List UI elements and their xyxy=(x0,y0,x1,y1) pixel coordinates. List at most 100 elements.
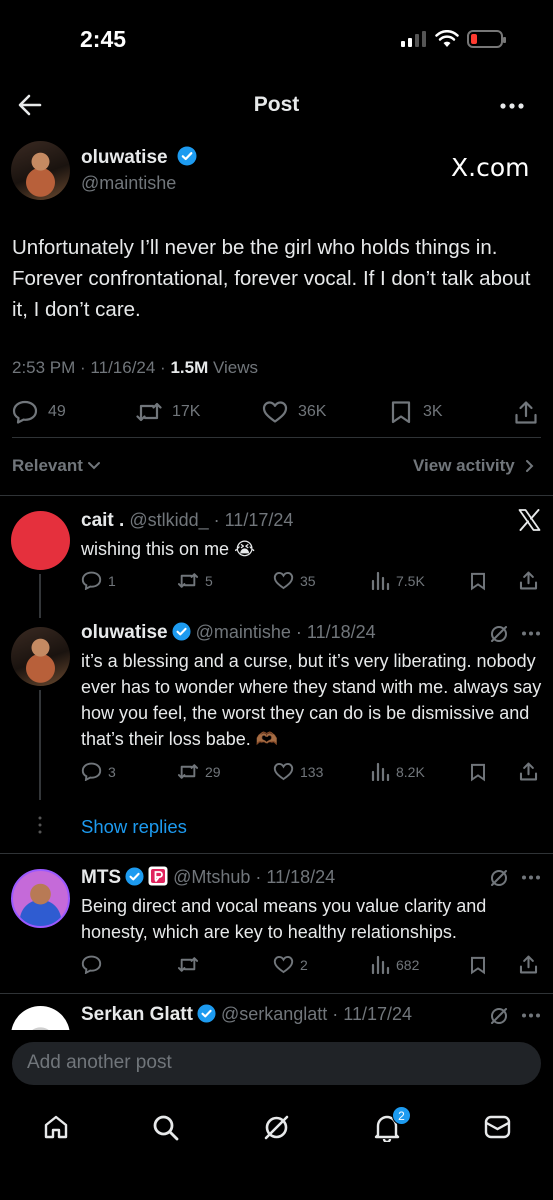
like-count: 133 xyxy=(300,763,324,780)
share-icon[interactable] xyxy=(519,570,538,591)
grok-icon[interactable] xyxy=(489,624,509,644)
add-post-placeholder: Add another post xyxy=(27,1052,172,1073)
share-icon[interactable] xyxy=(514,400,538,425)
partial-reply-clip: Serkan Glatt @serkanglatt · 11/17/24 xyxy=(0,994,553,1030)
repost-icon xyxy=(177,957,199,972)
share-icon[interactable] xyxy=(519,954,538,975)
views-icon xyxy=(371,762,390,781)
reply-text: wishing this on me 😭 xyxy=(81,539,256,559)
views-count: 7.5K xyxy=(396,572,425,589)
reply-author-name[interactable]: cait . xyxy=(81,510,124,531)
more-icon[interactable] xyxy=(522,875,540,880)
home-icon[interactable] xyxy=(43,1114,69,1140)
like-icon xyxy=(262,401,288,423)
dotted-thread-icon xyxy=(38,816,42,834)
share-icon[interactable] xyxy=(519,761,538,782)
reply-handle-date[interactable]: @maintishe · 11/18/24 xyxy=(196,622,376,642)
view-activity-label: View activity xyxy=(413,456,515,475)
divider xyxy=(0,853,553,854)
like-button[interactable]: 35 xyxy=(273,571,316,590)
repost-count: 5 xyxy=(205,572,213,589)
avatar[interactable] xyxy=(11,141,70,200)
reply-author-row[interactable]: MTS @Mtshub · 11/18/24 xyxy=(81,866,335,889)
sort-label: Relevant xyxy=(12,456,83,475)
reply-handle-date[interactable]: @serkanglatt · 11/17/24 xyxy=(221,1004,412,1024)
notifications-badge: 2 xyxy=(392,1106,411,1125)
bookmark-icon[interactable] xyxy=(469,955,487,975)
like-button[interactable]: 133 xyxy=(273,762,323,781)
reply-author-name[interactable]: Serkan Glatt xyxy=(81,1004,193,1025)
reply-author-row[interactable]: Serkan Glatt @serkanglatt · 11/17/24 xyxy=(81,1004,412,1026)
views-button[interactable]: 8.2K xyxy=(371,762,425,781)
post-views-count: 1.5M xyxy=(170,358,209,377)
reply-handle-date[interactable]: @Mtshub · 11/18/24 xyxy=(173,867,335,887)
reply-button[interactable] xyxy=(81,955,108,974)
verified-icon xyxy=(177,146,197,166)
page-title: Post xyxy=(253,93,300,116)
view-activity-link[interactable]: View activity xyxy=(413,456,534,476)
grok-icon[interactable] xyxy=(263,1114,290,1141)
reply-count: 49 xyxy=(48,403,66,420)
more-icon[interactable] xyxy=(522,631,540,636)
repost-button[interactable] xyxy=(177,955,205,974)
avatar[interactable] xyxy=(11,627,70,686)
views-icon xyxy=(371,571,390,590)
show-replies-link[interactable]: Show replies xyxy=(81,816,187,838)
reply-button[interactable]: 1 xyxy=(81,571,116,590)
reply-author-row[interactable]: oluwatise @maintishe · 11/18/24 xyxy=(81,622,376,644)
repost-button[interactable]: 29 xyxy=(177,762,221,781)
chevron-down-icon xyxy=(87,462,100,470)
more-icon[interactable] xyxy=(522,1013,540,1018)
search-icon[interactable] xyxy=(152,1114,179,1141)
reply-text: Being direct and vocal means you value c… xyxy=(81,896,487,942)
views-button[interactable]: 7.5K xyxy=(371,571,425,590)
author-name-row[interactable]: oluwatise xyxy=(81,146,197,169)
reply-author-row[interactable]: cait . @stlkidd_ · 11/17/24 xyxy=(81,510,293,532)
bottom-tab-bar: 2 xyxy=(0,1095,553,1200)
views-button[interactable]: 682 xyxy=(371,955,419,974)
grok-icon[interactable] xyxy=(489,868,509,888)
like-count: 35 xyxy=(300,572,316,589)
affiliate-badge-icon xyxy=(148,866,168,886)
verified-icon xyxy=(197,1004,216,1023)
bookmark-count: 3K xyxy=(423,403,443,420)
avatar[interactable] xyxy=(11,869,70,928)
author-name[interactable]: oluwatise xyxy=(81,147,168,168)
like-icon xyxy=(273,956,294,974)
reply-author-name[interactable]: MTS xyxy=(81,867,121,888)
reply-icon xyxy=(81,571,102,590)
reply-author-name[interactable]: oluwatise xyxy=(81,622,168,643)
wifi-icon xyxy=(435,30,459,47)
like-button[interactable]: 36K xyxy=(262,400,326,424)
like-count: 36K xyxy=(298,403,327,420)
repost-button[interactable]: 17K xyxy=(136,400,200,424)
divider xyxy=(12,437,541,438)
reply-button[interactable]: 3 xyxy=(81,762,116,781)
divider xyxy=(0,495,553,496)
messages-icon[interactable] xyxy=(484,1115,511,1139)
bookmark-icon[interactable] xyxy=(469,762,487,782)
reply-count: 3 xyxy=(108,763,116,780)
repost-count: 17K xyxy=(172,403,201,420)
reply-handle-date[interactable]: @stlkidd_ · 11/17/24 xyxy=(129,510,293,530)
author-handle[interactable]: @maintishe xyxy=(81,173,176,194)
repost-button[interactable]: 5 xyxy=(177,571,213,590)
repost-icon xyxy=(177,764,199,779)
like-button[interactable]: 2 xyxy=(273,955,308,974)
reply-text: it’s a blessing and a curse, but it’s ve… xyxy=(81,651,542,749)
bookmark-icon xyxy=(391,401,411,424)
grok-icon[interactable] xyxy=(489,1006,509,1026)
post-text: Unfortunately I’ll never be the girl who… xyxy=(12,236,531,321)
bookmark-button[interactable]: 3K xyxy=(389,400,443,424)
more-icon[interactable] xyxy=(500,102,524,110)
verified-icon xyxy=(125,867,144,886)
thread-line xyxy=(39,574,41,618)
post-meta: 2:53 PM · 11/16/24 · 1.5M Views xyxy=(12,358,258,378)
like-count: 2 xyxy=(300,956,308,973)
status-icons xyxy=(401,30,506,48)
bookmark-icon[interactable] xyxy=(469,571,487,591)
avatar[interactable] xyxy=(11,1006,70,1030)
avatar[interactable] xyxy=(11,511,70,570)
reply-button[interactable]: 49 xyxy=(12,400,66,424)
sort-dropdown[interactable]: Relevant xyxy=(12,456,101,476)
